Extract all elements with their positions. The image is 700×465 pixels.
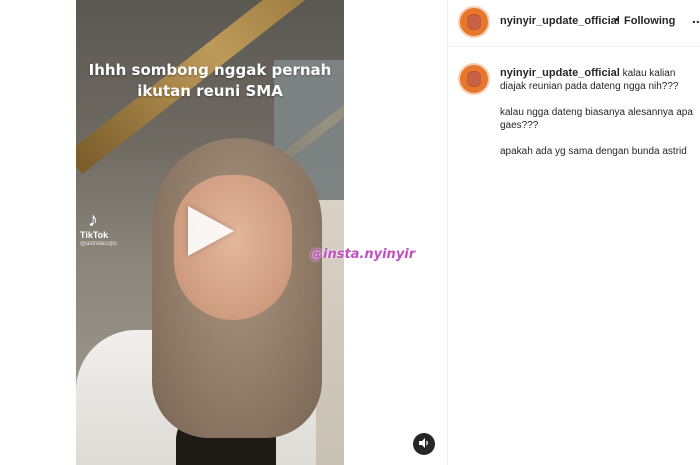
speaker-icon[interactable] <box>413 433 435 455</box>
video-player[interactable]: Ihhh sombong nggak pernah ikutan reuni S… <box>76 0 344 465</box>
more-options-icon[interactable]: ... <box>692 10 700 26</box>
tiktok-handle: @astridacops <box>80 241 117 247</box>
caption-text: nyinyir_update_official kalau kalian dia… <box>500 67 695 171</box>
tiktok-label: TikTok <box>80 230 109 240</box>
avatar[interactable] <box>458 6 490 38</box>
watermark: @insta.nyinyir <box>310 247 416 262</box>
caption-paragraph: apakah ada yg sama dengan bunda astrid <box>500 146 687 157</box>
separator-dot: • <box>615 14 619 26</box>
tiktok-note-icon: ♪ <box>88 209 98 231</box>
media-panel: Ihhh sombong nggak pernah ikutan reuni S… <box>0 0 448 465</box>
avatar[interactable] <box>458 63 490 95</box>
video-caption-overlay: Ihhh sombong nggak pernah ikutan reuni S… <box>88 61 332 100</box>
post-header: nyinyir_update_official • Following ... <box>448 0 700 47</box>
caption-username[interactable]: nyinyir_update_official <box>500 67 620 79</box>
header-username[interactable]: nyinyir_update_official <box>500 15 620 27</box>
play-icon[interactable] <box>188 206 234 256</box>
caption-paragraph: kalau ngga dateng biasanya alesannya apa… <box>500 107 693 131</box>
post-side-panel: nyinyir_update_official • Following ... … <box>448 0 700 465</box>
tiktok-logo: ♪ TikTok @astridacops <box>80 210 140 247</box>
following-button[interactable]: Following <box>624 15 675 27</box>
